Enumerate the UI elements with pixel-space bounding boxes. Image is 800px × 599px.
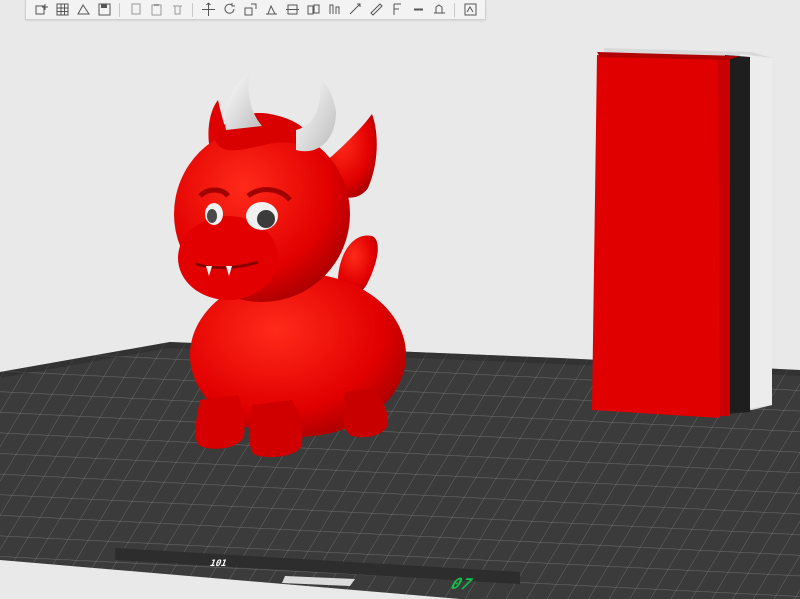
top-toolbar [25,0,486,20]
arrange-grid-icon [56,3,68,16]
variable-layer-button[interactable] [461,2,479,18]
move-icon [201,2,215,16]
toolbar-separator [454,2,455,17]
support-paint-icon [329,4,339,14]
split-button[interactable] [304,2,322,18]
measure-button[interactable] [367,2,385,18]
save-button[interactable] [95,2,113,18]
emboss-icon [393,3,401,15]
paste-button[interactable] [147,2,165,18]
simplify-icon [413,8,423,11]
assembly-button[interactable] [430,2,448,18]
place-on-face-button[interactable] [262,2,280,18]
rotate-icon [224,3,235,14]
save-icon [98,3,110,16]
creature-model [174,72,406,458]
scene [0,48,800,599]
simplify-button[interactable] [409,2,427,18]
measure-icon [369,3,383,16]
seam-paint-button[interactable] [346,2,364,18]
cut-button[interactable] [283,2,301,18]
scale-button[interactable] [241,2,259,18]
copy-button[interactable] [126,2,144,18]
arrange-grid-button[interactable] [53,2,71,18]
rotate-button[interactable] [220,2,238,18]
place-on-face-icon [265,4,277,15]
toolbar-separator [192,2,193,17]
add-object-button[interactable] [32,2,50,18]
paste-icon [151,4,161,16]
assembly-icon [433,4,445,14]
add-object-icon [35,4,48,15]
delete-button[interactable] [168,2,186,18]
delete-icon [172,5,182,15]
emboss-button[interactable] [388,2,406,18]
toolbar-separator [119,2,120,17]
auto-orient-icon [76,4,90,15]
support-paint-button[interactable] [325,2,343,18]
seam-paint-icon [349,3,360,15]
split-icon [307,4,319,15]
copy-icon [131,3,140,15]
auto-orient-button[interactable] [74,2,92,18]
move-button[interactable] [199,2,217,18]
3d-viewport[interactable] [0,0,800,599]
cut-icon [285,4,299,15]
prime-tower [592,48,772,418]
variable-layer-icon [464,3,476,16]
scale-icon [244,3,256,16]
